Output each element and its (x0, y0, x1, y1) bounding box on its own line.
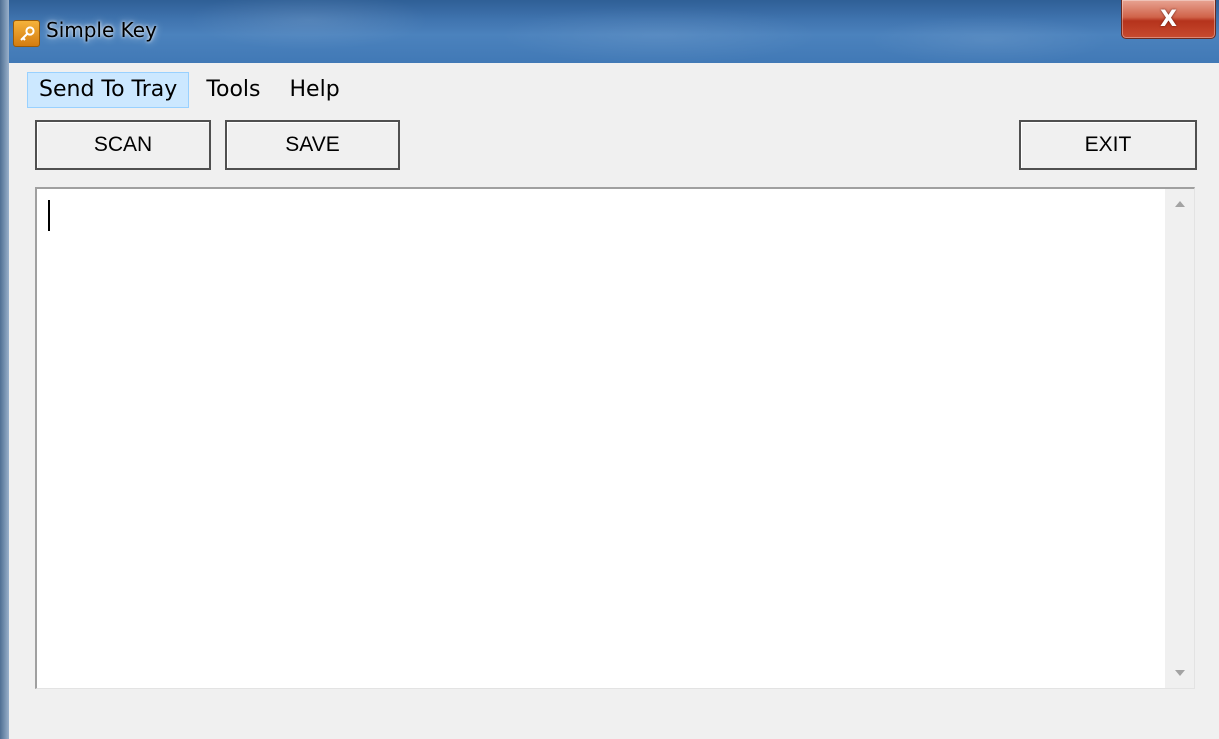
scroll-up-button[interactable] (1165, 189, 1194, 219)
exit-button[interactable]: EXIT (1019, 120, 1197, 170)
menu-bar: Send To Tray Tools Help (27, 71, 357, 109)
close-button[interactable]: X (1121, 0, 1216, 39)
menu-send-to-tray[interactable]: Send To Tray (27, 72, 190, 108)
title-bar-glass (9, 0, 1219, 63)
window-title: Simple Key (46, 18, 157, 42)
output-textarea[interactable] (35, 187, 1195, 689)
window-left-border (0, 0, 9, 739)
vertical-scrollbar[interactable] (1165, 189, 1194, 688)
scan-button[interactable]: SCAN (35, 120, 211, 170)
client-area: Send To Tray Tools Help SCAN SAVE EXIT (9, 63, 1219, 739)
close-icon: X (1160, 6, 1177, 32)
title-bar[interactable]: Simple Key X (9, 0, 1219, 63)
save-button[interactable]: SAVE (225, 120, 400, 170)
key-icon (13, 20, 40, 47)
menu-help[interactable]: Help (278, 72, 352, 108)
scroll-down-button[interactable] (1165, 658, 1194, 688)
chevron-up-icon (1174, 201, 1185, 207)
key-icon-glyph (19, 25, 35, 41)
menu-tools[interactable]: Tools (194, 72, 272, 108)
textarea-content[interactable] (37, 189, 1165, 688)
chevron-down-icon (1174, 670, 1185, 676)
text-caret (48, 200, 50, 231)
